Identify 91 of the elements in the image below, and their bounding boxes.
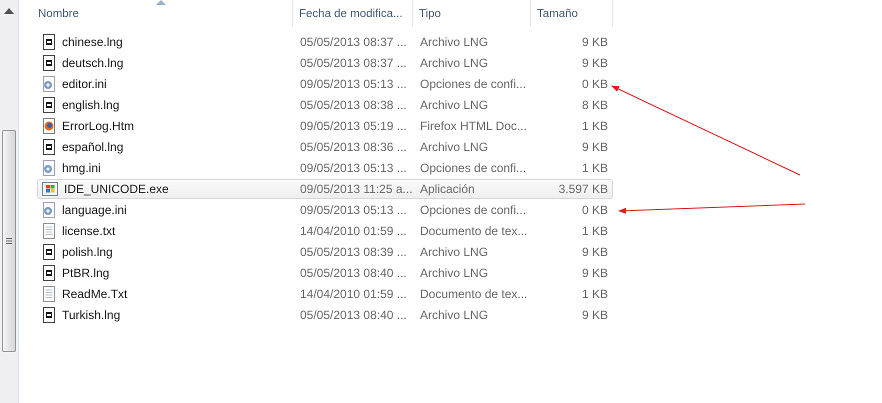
gear-document-icon bbox=[42, 202, 56, 218]
file-name: chinese.lng bbox=[62, 35, 123, 49]
size-cell-text: 9 KB bbox=[580, 245, 609, 259]
file-name: hmg.ini bbox=[62, 161, 101, 175]
size-cell-text: 8 KB bbox=[580, 98, 609, 112]
file-name: PtBR.lng bbox=[62, 266, 110, 280]
file-name: ErrorLog.Htm bbox=[62, 119, 134, 133]
date-cell-text: 05/05/2013 08:40 ... bbox=[299, 308, 408, 322]
file-row[interactable]: polish.lng 05/05/2013 08:39 ... Archivo LNG 9 KB bbox=[37, 242, 613, 262]
document-icon bbox=[42, 34, 56, 50]
size-cell-text: 9 KB bbox=[580, 140, 609, 154]
file-row[interactable]: PtBR.lng 05/05/2013 08:40 ... Archivo LNG 9 KB bbox=[37, 263, 613, 283]
date-cell-text: 09/05/2013 05:13 ... bbox=[299, 161, 408, 175]
gear-document-icon bbox=[42, 76, 56, 92]
type-cell-text: Archivo LNG bbox=[419, 245, 490, 259]
column-header[interactable]: Nombre bbox=[19, 0, 293, 27]
size-cell-text: 1 KB bbox=[580, 119, 609, 133]
date-cell-text: 05/05/2013 08:37 ... bbox=[299, 56, 408, 70]
file-name: license.txt bbox=[62, 224, 116, 238]
size-cell-text: 0 KB bbox=[580, 77, 609, 91]
type-cell-text: Archivo LNG bbox=[419, 266, 490, 280]
file-name: polish.lng bbox=[62, 245, 113, 259]
file-name: español.lng bbox=[62, 140, 124, 154]
type-cell-text: Documento de tex... bbox=[419, 224, 528, 238]
type-cell-text: Firefox HTML Doc... bbox=[419, 119, 528, 133]
application-icon bbox=[42, 182, 58, 196]
type-cell-text: Archivo LNG bbox=[419, 56, 490, 70]
document-icon bbox=[42, 97, 56, 113]
date-cell-text: 09/05/2013 11:25 a... bbox=[299, 182, 414, 196]
file-name: Turkish.lng bbox=[62, 308, 120, 322]
size-cell-text: 9 KB bbox=[580, 35, 609, 49]
type-cell-text: Documento de tex... bbox=[419, 287, 528, 301]
type-cell-text: Archivo LNG bbox=[419, 308, 490, 322]
date-cell-text: 14/04/2010 01:59 ... bbox=[299, 224, 408, 238]
file-row[interactable]: hmg.ini 09/05/2013 05:13 ... Opciones de confi... 1 KB bbox=[37, 158, 613, 178]
size-cell-text: 1 KB bbox=[580, 287, 609, 301]
date-cell-text: 05/05/2013 08:39 ... bbox=[299, 245, 408, 259]
size-cell-text: 3.597 KB bbox=[558, 182, 609, 196]
file-row[interactable]: IDE_UNICODE.exe 09/05/2013 11:25 a... Aplicación 3.597 KB bbox=[37, 179, 613, 199]
file-name: ReadMe.Txt bbox=[62, 287, 128, 301]
column-header[interactable]: Tipo bbox=[413, 0, 531, 27]
size-cell-text: 9 KB bbox=[580, 308, 609, 322]
file-row[interactable]: english.lng 05/05/2013 08:38 ... Archivo LNG 8 KB bbox=[37, 95, 613, 115]
scrollbar[interactable] bbox=[0, 0, 19, 403]
file-row[interactable]: language.ini 09/05/2013 05:13 ... Opciones de confi... 0 KB bbox=[37, 200, 613, 220]
date-cell-text: 05/05/2013 08:36 ... bbox=[299, 140, 408, 154]
date-cell-text: 09/05/2013 05:19 ... bbox=[299, 119, 408, 133]
file-name: english.lng bbox=[62, 98, 120, 112]
date-cell-text: 09/05/2013 05:13 ... bbox=[299, 77, 408, 91]
file-row[interactable]: ReadMe.Txt 14/04/2010 01:59 ... Documento de tex... 1 KB bbox=[37, 284, 613, 304]
date-cell-text: 05/05/2013 08:38 ... bbox=[299, 98, 408, 112]
file-name: deutsch.lng bbox=[62, 56, 124, 70]
type-cell-text: Archivo LNG bbox=[419, 98, 490, 112]
file-row[interactable]: deutsch.lng 05/05/2013 08:37 ... Archivo LNG 9 KB bbox=[37, 53, 613, 73]
document-icon bbox=[42, 307, 56, 323]
size-cell-text: 9 KB bbox=[580, 266, 609, 280]
date-cell-text: 09/05/2013 05:13 ... bbox=[299, 203, 408, 217]
file-row[interactable]: license.txt 14/04/2010 01:59 ... Documento de tex... 1 KB bbox=[37, 221, 613, 241]
size-cell-text: 0 KB bbox=[580, 203, 609, 217]
date-cell-text: 05/05/2013 08:37 ... bbox=[299, 35, 408, 49]
type-cell-text: Archivo LNG bbox=[419, 35, 490, 49]
file-name: language.ini bbox=[62, 203, 127, 217]
size-cell-text: 9 KB bbox=[580, 56, 609, 70]
file-row[interactable]: español.lng 05/05/2013 08:36 ... Archivo LNG 9 KB bbox=[37, 137, 613, 157]
column-header[interactable]: Tamaño bbox=[531, 0, 613, 27]
file-row[interactable]: chinese.lng 05/05/2013 08:37 ... Archivo LNG 9 KB bbox=[37, 32, 613, 52]
type-cell-text: Archivo LNG bbox=[419, 140, 490, 154]
scroll-up-icon[interactable] bbox=[4, 8, 14, 14]
file-name: IDE_UNICODE.exe bbox=[64, 182, 169, 196]
type-cell-text: Opciones de confi... bbox=[419, 77, 528, 91]
document-icon bbox=[42, 265, 56, 281]
document-icon bbox=[42, 244, 56, 260]
file-name: editor.ini bbox=[62, 77, 107, 91]
file-row[interactable]: Turkish.lng 05/05/2013 08:40 ... Archivo LNG 9 KB bbox=[37, 305, 613, 325]
text-document-icon bbox=[42, 286, 56, 302]
type-cell-text: Opciones de confi... bbox=[419, 161, 528, 175]
file-row[interactable]: editor.ini 09/05/2013 05:13 ... Opciones de confi... 0 KB bbox=[37, 74, 613, 94]
gear-document-icon bbox=[42, 160, 56, 176]
scroll-thumb[interactable] bbox=[2, 130, 16, 352]
document-icon bbox=[42, 139, 56, 155]
file-row[interactable]: ErrorLog.Htm 09/05/2013 05:19 ... Firefox HTML Doc... 1 KB bbox=[37, 116, 613, 136]
date-cell-text: 14/04/2010 01:59 ... bbox=[299, 287, 408, 301]
browser-document-icon bbox=[42, 118, 56, 134]
type-cell-text: Opciones de confi... bbox=[419, 203, 528, 217]
size-cell-text: 1 KB bbox=[580, 161, 609, 175]
size-cell-text: 1 KB bbox=[580, 224, 609, 238]
type-cell-text: Aplicación bbox=[419, 182, 476, 196]
document-icon bbox=[42, 55, 56, 71]
date-cell-text: 05/05/2013 08:40 ... bbox=[299, 266, 408, 280]
column-header[interactable]: Fecha de modifica... bbox=[293, 0, 413, 27]
text-document-icon bbox=[42, 223, 56, 239]
